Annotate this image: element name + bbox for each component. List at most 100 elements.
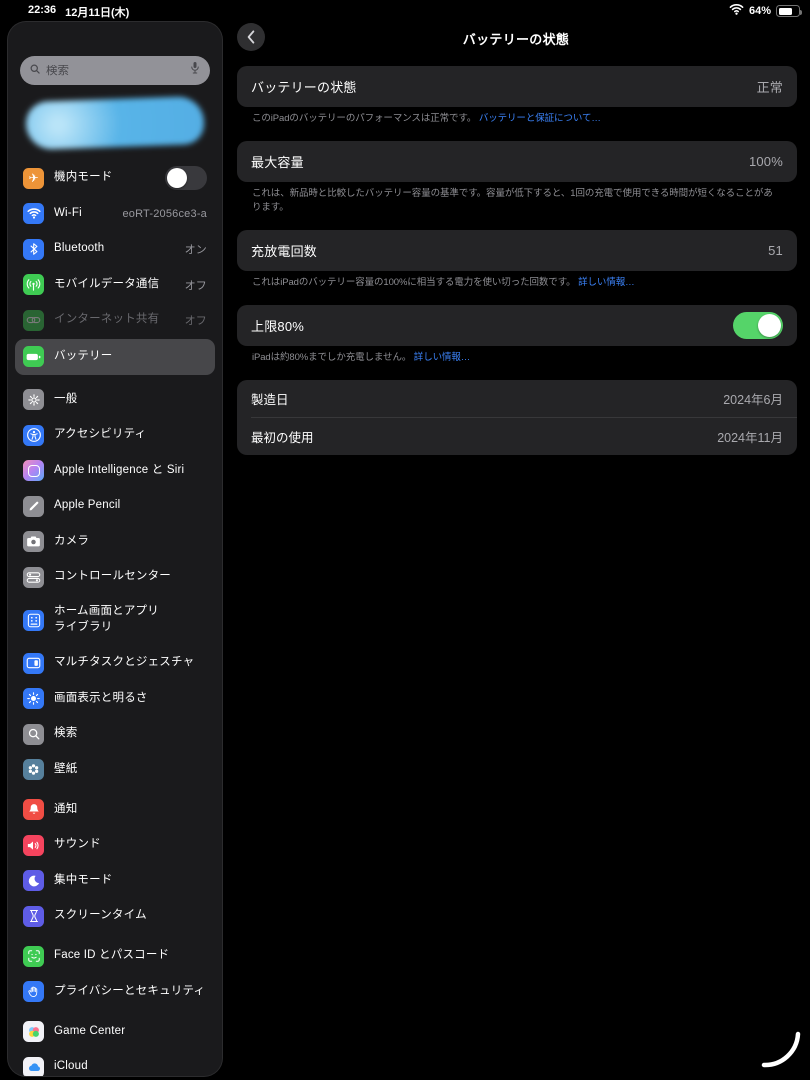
max-capacity-label: 最大容量 xyxy=(251,152,304,171)
internet-sharing-state: オフ xyxy=(185,312,207,328)
charge-limit-row: 上限80% xyxy=(237,305,797,346)
apple-intelligence-icon xyxy=(23,460,44,481)
battery-icon xyxy=(23,346,44,367)
screen: 22:36 12月11日(木) 64% ✈ xyxy=(0,0,810,1080)
cycle-count-footer: これはiPadのバッテリー容量の100%に相当する電力を使い切った回数です。 詳… xyxy=(237,271,797,289)
manufacture-date-label: 製造日 xyxy=(251,389,289,408)
first-use-label: 最初の使用 xyxy=(251,427,314,446)
status-time: 22:36 xyxy=(28,4,56,20)
sidebar-item-sounds[interactable]: サウンド xyxy=(15,830,215,860)
sidebar-item-apple-intelligence-siri[interactable]: Apple Intelligence と Siri xyxy=(15,456,215,486)
search-input[interactable] xyxy=(46,65,184,77)
apple-account-row[interactable] xyxy=(8,85,222,159)
hourglass-icon xyxy=(23,906,44,927)
sidebar-item-face-id-passcode[interactable]: Face ID とパスコード xyxy=(15,941,215,971)
control-center-icon xyxy=(23,567,44,588)
camera-icon xyxy=(23,531,44,552)
display-brightness-icon xyxy=(23,688,44,709)
wallpaper-icon xyxy=(23,759,44,780)
cycle-count-card: 充放電回数 51 xyxy=(237,230,797,271)
mobile-data-state: オフ xyxy=(185,277,207,293)
hotspot-icon xyxy=(23,310,44,331)
page-title: バッテリーの状態 xyxy=(222,29,810,48)
sidebar-search[interactable] xyxy=(20,56,210,85)
battery-health-label: バッテリーの状態 xyxy=(251,77,357,96)
settings-sidebar: ✈ 機内モード Wi-Fi eoRT-2056ce3-a Bluetooth オ… xyxy=(8,22,222,1076)
sidebar-item-airplane-mode[interactable]: ✈ 機内モード xyxy=(15,163,215,193)
speaker-icon xyxy=(23,835,44,856)
airplane-icon: ✈ xyxy=(23,168,44,189)
charge-limit-learn-more-link[interactable]: 詳しい情報… xyxy=(414,352,470,363)
status-battery-icon xyxy=(776,5,800,17)
search-icon xyxy=(23,724,44,745)
first-use-row: 最初の使用 2024年11月 xyxy=(237,418,797,455)
sidebar-item-control-center[interactable]: コントロールセンター xyxy=(15,562,215,592)
search-icon xyxy=(29,62,41,80)
charge-limit-footer: iPadは約80%までしか充電しません。 詳しい情報… xyxy=(237,346,797,364)
sidebar-item-apple-pencil[interactable]: Apple Pencil xyxy=(15,491,215,521)
cycle-count-value: 51 xyxy=(768,243,783,258)
sidebar-item-privacy-security[interactable]: プライバシーとセキュリティ xyxy=(15,977,215,1007)
max-capacity-footer: これは、新品時と比較したバッテリー容量の基準です。容量が低下すると、1回の充電で… xyxy=(237,182,797,214)
sidebar-item-icloud[interactable]: iCloud xyxy=(15,1052,215,1076)
microphone-icon[interactable] xyxy=(189,61,201,80)
home-screen-icon xyxy=(23,610,44,631)
sidebar-item-focus[interactable]: 集中モード xyxy=(15,866,215,896)
bluetooth-icon xyxy=(23,239,44,260)
sidebar-item-battery[interactable]: バッテリー xyxy=(15,339,215,375)
sidebar-items: ✈ 機内モード Wi-Fi eoRT-2056ce3-a Bluetooth オ… xyxy=(8,163,222,1076)
wifi-icon xyxy=(23,203,44,224)
first-use-value: 2024年11月 xyxy=(717,427,783,446)
battery-health-value: 正常 xyxy=(757,77,783,96)
cellular-icon xyxy=(23,274,44,295)
status-wifi-icon xyxy=(729,4,744,18)
status-bar: 22:36 12月11日(木) 64% xyxy=(0,0,810,22)
wifi-network-name: eoRT-2056ce3-a xyxy=(122,208,207,220)
hand-icon xyxy=(23,981,44,1002)
multitasking-icon xyxy=(23,653,44,674)
sidebar-item-screen-time[interactable]: スクリーンタイム xyxy=(15,901,215,931)
status-battery-percent: 64% xyxy=(749,5,771,17)
sidebar-item-search[interactable]: 検索 xyxy=(15,719,215,749)
icloud-icon xyxy=(23,1057,44,1077)
sidebar-item-notifications[interactable]: 通知 xyxy=(15,795,215,825)
charge-limit-card: 上限80% xyxy=(237,305,797,346)
battery-health-content: バッテリーの状態 正常 このiPadのバッテリーのパフォーマンスは正常です。 バ… xyxy=(237,66,797,455)
sidebar-item-display-brightness[interactable]: 画面表示と明るさ xyxy=(15,684,215,714)
status-date: 12月11日(木) xyxy=(65,4,129,20)
sidebar-item-wifi[interactable]: Wi-Fi eoRT-2056ce3-a xyxy=(15,199,215,229)
airplane-mode-toggle[interactable] xyxy=(165,166,207,190)
max-capacity-value: 100% xyxy=(749,154,783,169)
manufacture-date-row: 製造日 2024年6月 xyxy=(237,380,797,417)
bluetooth-state: オン xyxy=(185,241,207,257)
sidebar-item-multitasking[interactable]: マルチタスクとジェスチャ xyxy=(15,648,215,678)
sidebar-item-general[interactable]: 一般 xyxy=(15,385,215,415)
redacted-account-name xyxy=(25,96,205,150)
sidebar-item-camera[interactable]: カメラ xyxy=(15,527,215,557)
sidebar-item-wallpaper[interactable]: 壁紙 xyxy=(15,755,215,785)
sidebar-item-home-screen[interactable]: ホーム画面とアプリ ライブラリ xyxy=(15,598,215,643)
charge-limit-label: 上限80% xyxy=(251,316,304,335)
manufacture-date-value: 2024年6月 xyxy=(723,389,783,408)
pencil-icon xyxy=(23,496,44,517)
sidebar-item-accessibility[interactable]: アクセシビリティ xyxy=(15,420,215,450)
battery-health-footer: このiPadのバッテリーのパフォーマンスは正常です。 バッテリーと保証について… xyxy=(237,107,797,125)
gear-icon xyxy=(23,389,44,410)
cycle-count-learn-more-link[interactable]: 詳しい情報… xyxy=(578,277,634,288)
battery-warranty-link[interactable]: バッテリーと保証について… xyxy=(479,113,601,124)
charge-limit-toggle[interactable] xyxy=(733,312,783,339)
sidebar-item-mobile-data[interactable]: モバイルデータ通信 オフ xyxy=(15,270,215,300)
battery-health-card: バッテリーの状態 正常 xyxy=(237,66,797,107)
face-id-icon xyxy=(23,946,44,967)
sidebar-item-bluetooth[interactable]: Bluetooth オン xyxy=(15,234,215,264)
sidebar-item-internet-sharing[interactable]: インターネット共有 オフ xyxy=(15,305,215,335)
sidebar-item-game-center[interactable]: Game Center xyxy=(15,1017,215,1047)
battery-info-card: 製造日 2024年6月 最初の使用 2024年11月 xyxy=(237,380,797,455)
cycle-count-label: 充放電回数 xyxy=(251,241,317,260)
battery-health-row: バッテリーの状態 正常 xyxy=(237,66,797,107)
screen-corner-glare xyxy=(757,1025,805,1073)
bell-icon xyxy=(23,799,44,820)
max-capacity-card: 最大容量 100% xyxy=(237,141,797,182)
moon-icon xyxy=(23,870,44,891)
accessibility-icon xyxy=(23,425,44,446)
